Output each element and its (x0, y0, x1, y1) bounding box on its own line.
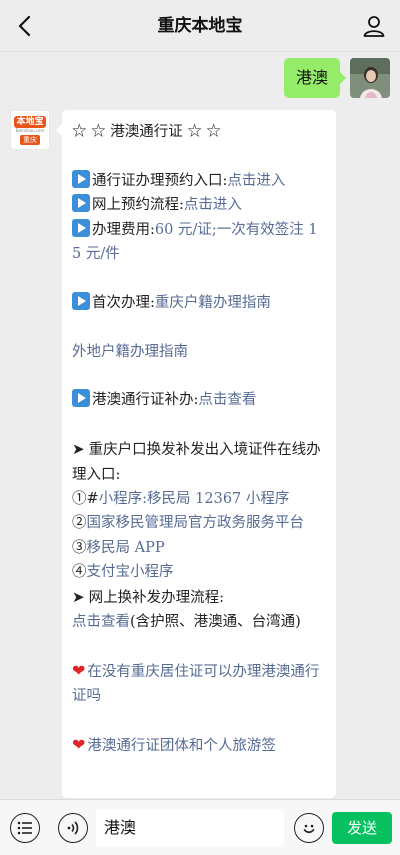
incoming-message-row: 本地宝 Bendibao.com 重庆 ☆ ☆ 港澳通行证 ☆ ☆ 通行证办理预… (10, 110, 336, 799)
heart-icon: ❤ (72, 660, 86, 680)
top-navbar: 重庆本地宝 (0, 0, 400, 52)
reply-title: ☆ ☆ 港澳通行证 ☆ ☆ (72, 124, 221, 140)
reply-item-first-time: 首次办理:重庆户籍办理指南 (72, 291, 326, 315)
bot-avatar-city: 重庆 (20, 134, 40, 145)
reply-section-process: ➤ 网上换补发办理流程: (72, 585, 326, 610)
menu-button[interactable] (10, 813, 40, 843)
chevron-left-icon (18, 15, 31, 37)
appointment-link[interactable]: 点击进入 (227, 173, 285, 189)
reply-entry-1: ①#小程序:移民局 12367 小程序 (72, 491, 290, 508)
user-photo (350, 58, 390, 98)
arrow-right-icon: ➤ (72, 440, 85, 459)
chat-area[interactable]: 港澳 本地宝 Bendibao.com 重庆 ☆ ☆ 港澳通行证 ☆ ☆ 通行证… (0, 52, 400, 799)
play-button-icon (72, 291, 90, 310)
reply-item-appointment: 通行证办理预约入口:点击进入 (72, 169, 326, 193)
voice-icon (67, 821, 79, 835)
smiley-icon (303, 824, 315, 834)
reply-heart-item-2: ❤ 港澳通行证团体和个人旅游签 (72, 733, 326, 758)
list-menu-icon (17, 821, 32, 835)
user-icon (363, 16, 385, 37)
reply-process-detail: 点击查看(含护照、港澳通、台湾通) (72, 614, 301, 631)
reply-entry-3: ③移民局 APP (72, 539, 165, 556)
play-button-icon (72, 218, 90, 237)
online-process-link[interactable]: 点击进入 (184, 197, 242, 213)
play-button-icon (72, 389, 90, 408)
app-link[interactable]: 移民局 APP (87, 540, 165, 556)
outgoing-message-bubble[interactable]: 港澳 (283, 58, 347, 98)
arrow-right-icon: ➤ (72, 587, 85, 606)
play-button-icon (72, 169, 90, 188)
tour-visa-link[interactable]: 港澳通行证团体和个人旅游签 (87, 738, 276, 754)
nonlocal-guide-link[interactable]: 外地户籍办理指南 (72, 344, 188, 360)
reply-item-nonlocal: 外地户籍办理指南 (72, 340, 326, 364)
incoming-message-bubble: ☆ ☆ 港澳通行证 ☆ ☆ 通行证办理预约入口:点击进入 网上预约流程:点击进入… (56, 110, 336, 799)
input-bar: 港澳 发送 (0, 799, 400, 855)
reply-item-fee: 办理费用:60 元/证;一次有效签注 15 元/件 (72, 218, 326, 267)
reissue-link[interactable]: 点击查看 (198, 392, 256, 408)
page-title: 重庆本地宝 (157, 16, 243, 36)
mini-program-link[interactable]: 小程序:移民局 12367 小程序 (99, 491, 290, 507)
bot-avatar[interactable]: 本地宝 Bendibao.com 重庆 (10, 110, 50, 150)
back-button[interactable] (10, 12, 38, 40)
chongqing-guide-link[interactable]: 重庆户籍办理指南 (155, 295, 271, 311)
heart-icon: ❤ (72, 735, 86, 755)
reply-section-online-entry: ➤ 重庆户口换发补发出入境证件在线办理入口: (72, 437, 326, 487)
reply-item-online-process: 网上预约流程:点击进入 (72, 193, 326, 217)
gov-platform-link[interactable]: 国家移民管理局官方政务服务平台 (87, 515, 305, 531)
user-avatar[interactable] (350, 58, 390, 98)
play-button-icon (72, 194, 90, 213)
profile-button[interactable] (360, 12, 388, 40)
outgoing-message-row: 港澳 (283, 58, 390, 98)
residence-permit-link[interactable]: 在没有重庆居住证可以办理港澳通行证吗 (72, 664, 319, 704)
message-input[interactable]: 港澳 (96, 809, 284, 847)
voice-button[interactable] (58, 813, 88, 843)
reply-entry-2: ②国家移民管理局官方政务服务平台 (72, 515, 305, 532)
reply-entry-4: ④支付宝小程序 (72, 564, 174, 581)
send-button[interactable]: 发送 (332, 812, 392, 844)
process-link[interactable]: 点击查看 (72, 614, 130, 630)
bot-avatar-brand: 本地宝 (14, 115, 46, 128)
bot-avatar-url: Bendibao.com (15, 127, 45, 133)
emoji-button[interactable] (294, 813, 324, 843)
reply-item-reissue: 港澳通行证补办:点击查看 (72, 388, 326, 412)
alipay-link[interactable]: 支付宝小程序 (87, 564, 174, 580)
reply-heart-item-1: ❤ 在没有重庆居住证可以办理港澳通行证吗 (72, 659, 326, 709)
